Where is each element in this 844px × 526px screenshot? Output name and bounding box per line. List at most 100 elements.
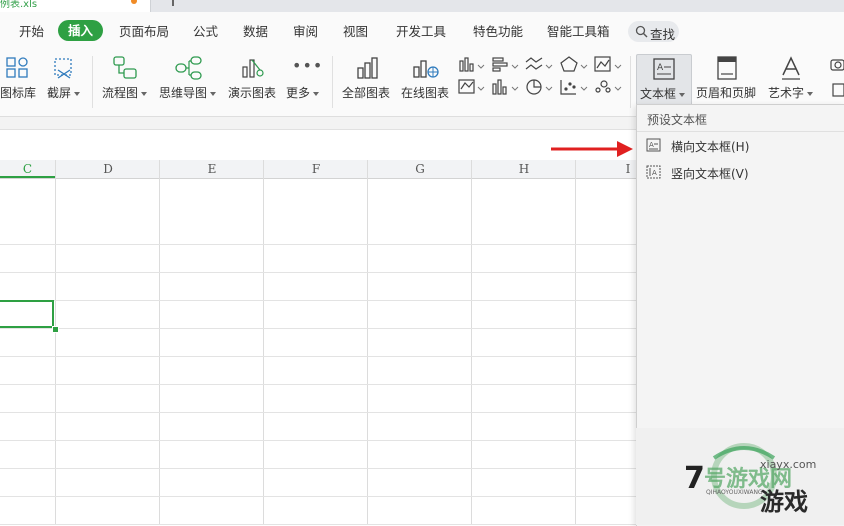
ribbon-separator xyxy=(92,56,93,108)
screenshot-icon xyxy=(54,58,72,79)
menu-data[interactable]: 数据 xyxy=(243,21,268,40)
grid-column-line xyxy=(471,160,472,525)
pie-chart-icon xyxy=(526,79,542,95)
selected-cell[interactable] xyxy=(0,300,54,328)
menu-bar: 开始 插入 页面布局 公式 数据 审阅 视图 开发工具 特色功能 智能工具箱 查… xyxy=(0,12,844,50)
radar-chart-icon xyxy=(560,56,578,72)
watermark-pinyin: QIHAOYOUXIWANG xyxy=(706,489,763,496)
column-chart-icon xyxy=(459,57,474,72)
grid-column-line xyxy=(367,160,368,525)
icon-library-label: 图标库 xyxy=(0,86,37,100)
search-button[interactable]: 查找 xyxy=(628,21,679,42)
more-label: 更多 xyxy=(286,84,320,101)
stock-chart-icon xyxy=(458,79,475,94)
grid-row-line xyxy=(0,468,636,469)
file-tab-name: 例表.xls xyxy=(0,0,38,10)
horizontal-textbox-label: 横向文本框(H) xyxy=(671,140,750,154)
vertical-textbox-label: 竖向文本框(V) xyxy=(671,167,749,181)
text-box-label: 文本框 xyxy=(640,85,686,102)
menu-developer[interactable]: 开发工具 xyxy=(396,21,446,40)
menu-review[interactable]: 审阅 xyxy=(293,21,318,40)
svg-text:7: 7 xyxy=(684,461,705,496)
svg-text:A: A xyxy=(657,63,664,73)
unsaved-dot-icon xyxy=(131,0,137,4)
grid-row-line xyxy=(0,300,636,301)
screenshot-label: 截屏 xyxy=(47,84,81,101)
grid-row-line xyxy=(0,496,636,497)
art-text-label: 艺术字 xyxy=(768,84,814,101)
ribbon-separator xyxy=(332,56,333,108)
camera-icon[interactable] xyxy=(829,56,844,104)
fill-handle[interactable] xyxy=(52,326,59,333)
menu-insert-label: 插入 xyxy=(67,23,93,38)
watermark-game-text: 游戏 xyxy=(760,488,808,516)
svg-text:A: A xyxy=(652,169,657,177)
header-footer-label: 页眉和页脚 xyxy=(696,86,757,100)
all-charts-label: 全部图表 xyxy=(342,86,391,100)
site-watermark: 7 号游戏网 xiayx.com QIHAOYOUXIWANG 游戏 xyxy=(636,428,844,525)
svg-text:A: A xyxy=(649,141,654,149)
screenshot-button[interactable]: 截屏 xyxy=(44,50,84,116)
formula-bar-strip xyxy=(0,117,636,130)
grid-column-line xyxy=(575,160,576,525)
horizontal-textbox-item[interactable]: A 横向文本框(H) xyxy=(637,133,844,159)
menu-smart-toolbox[interactable]: 智能工具箱 xyxy=(547,21,610,40)
demo-chart-icon xyxy=(242,59,264,78)
line-chart-icon xyxy=(525,57,543,70)
mindmap-icon xyxy=(175,56,202,80)
watermark-domain: xiayx.com xyxy=(760,458,816,471)
bubble-chart-icon xyxy=(595,80,611,93)
grid-row-line xyxy=(0,412,636,413)
dropdown-separator xyxy=(637,131,844,132)
file-tab[interactable]: 例表.xls xyxy=(0,0,151,12)
all-charts-icon xyxy=(357,57,378,79)
mindmap-button[interactable]: 思维导图 xyxy=(157,50,219,116)
art-text-icon xyxy=(782,56,800,80)
column-header-e[interactable]: E xyxy=(160,160,264,178)
grid-column-line xyxy=(159,160,160,525)
combo-chart-icon xyxy=(492,79,507,95)
search-label: 查找 xyxy=(650,27,676,42)
ribbon-separator xyxy=(630,56,631,108)
column-header-g[interactable]: G xyxy=(368,160,472,178)
red-arrow-annotation xyxy=(551,141,633,157)
menu-page-layout[interactable]: 页面布局 xyxy=(119,21,169,40)
vertical-textbox-icon: A xyxy=(646,165,661,179)
mindmap-label: 思维导图 xyxy=(159,84,217,101)
horizontal-textbox-icon: A xyxy=(646,138,661,152)
flowchart-button[interactable]: 流程图 xyxy=(100,50,150,116)
text-box-icon: A xyxy=(653,58,675,80)
grid-row-line xyxy=(0,384,636,385)
menu-view[interactable]: 视图 xyxy=(343,21,368,40)
menu-special-features[interactable]: 特色功能 xyxy=(473,21,523,40)
header-footer-icon xyxy=(717,56,737,80)
demo-chart-label: 演示图表 xyxy=(228,86,277,100)
online-charts-label: 在线图表 xyxy=(401,86,450,100)
icon-library-icon xyxy=(6,57,28,78)
grid-row-line xyxy=(0,356,636,357)
vertical-textbox-item[interactable]: A 竖向文本框(V) xyxy=(637,160,844,186)
demo-chart-button[interactable]: 演示图表 xyxy=(226,50,278,116)
dropdown-header: 预设文本框 xyxy=(647,113,708,127)
grid-row-line xyxy=(0,328,636,329)
menu-insert[interactable]: 插入 xyxy=(58,20,103,41)
formula-bar[interactable] xyxy=(0,130,636,160)
active-column-indicator xyxy=(0,176,55,178)
grid-row-line xyxy=(0,440,636,441)
column-header-h[interactable]: H xyxy=(472,160,576,178)
new-tab-button[interactable] xyxy=(172,0,174,6)
all-charts-button[interactable]: 全部图表 xyxy=(340,50,394,116)
grid-column-line xyxy=(55,160,56,525)
grid-row-line xyxy=(0,244,636,245)
menu-home[interactable]: 开始 xyxy=(19,21,44,40)
bar-chart-icon xyxy=(492,57,508,72)
chart-types-gallery[interactable] xyxy=(458,56,630,104)
column-header-f[interactable]: F xyxy=(264,160,368,178)
more-button[interactable]: ••• 更多 xyxy=(284,50,324,116)
menu-formulas[interactable]: 公式 xyxy=(193,21,218,40)
icon-library-button[interactable]: 图标库 xyxy=(0,50,40,116)
column-header-d[interactable]: D xyxy=(56,160,160,178)
flowchart-icon xyxy=(113,56,137,79)
online-charts-button[interactable]: 在线图表 xyxy=(399,50,453,116)
grid-row-line xyxy=(0,272,636,273)
